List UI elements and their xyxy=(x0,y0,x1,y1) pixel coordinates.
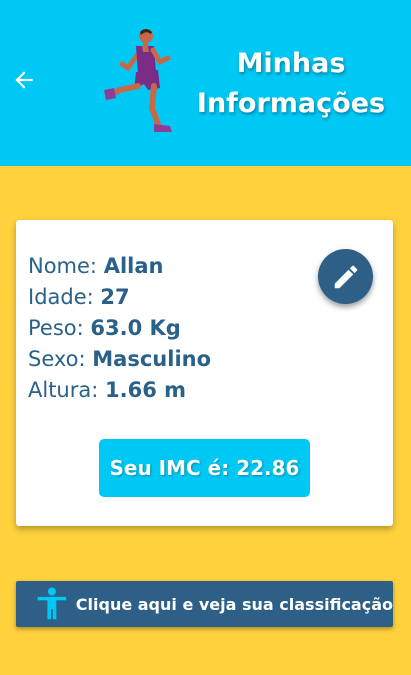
page-title-line2: Informações xyxy=(196,88,386,119)
profile-row-sex: Sexo: Masculino xyxy=(28,344,211,375)
page-title-line1: Minhas xyxy=(236,48,346,79)
age-value: 27 xyxy=(100,285,130,309)
weight-value: 63.0 Kg xyxy=(90,316,181,340)
sex-value: Masculino xyxy=(92,347,212,371)
height-label: Altura: xyxy=(28,378,99,402)
imc-result-button[interactable]: Seu IMC é: 22.86 xyxy=(99,439,310,497)
height-value: 1.66 m xyxy=(105,378,187,402)
arrow-left-icon xyxy=(15,71,33,89)
running-man-illustration xyxy=(104,29,172,132)
sex-label: Sexo: xyxy=(28,347,86,371)
profile-card: Nome: Allan Idade: 27 Peso: 63.0 Kg Sexo… xyxy=(16,220,393,526)
classification-button[interactable]: Clique aqui e veja sua classificação xyxy=(16,581,393,627)
profile-row-age: Idade: 27 xyxy=(28,282,211,313)
classification-button-label: Clique aqui e veja sua classificação xyxy=(75,594,393,614)
page-title: Minhas Informações xyxy=(186,44,396,124)
name-label: Nome: xyxy=(28,254,98,278)
app-header: Minhas Informações xyxy=(0,0,411,166)
accessibility-person-icon xyxy=(37,587,67,620)
profile-info: Nome: Allan Idade: 27 Peso: 63.0 Kg Sexo… xyxy=(28,251,211,406)
profile-row-weight: Peso: 63.0 Kg xyxy=(28,313,211,344)
age-label: Idade: xyxy=(28,285,94,309)
profile-row-height: Altura: 1.66 m xyxy=(28,375,211,406)
profile-row-name: Nome: Allan xyxy=(28,251,211,282)
back-button[interactable] xyxy=(8,64,40,96)
name-value: Allan xyxy=(103,254,164,278)
weight-label: Peso: xyxy=(28,316,84,340)
pencil-icon xyxy=(334,265,357,288)
edit-profile-button[interactable] xyxy=(318,249,373,304)
